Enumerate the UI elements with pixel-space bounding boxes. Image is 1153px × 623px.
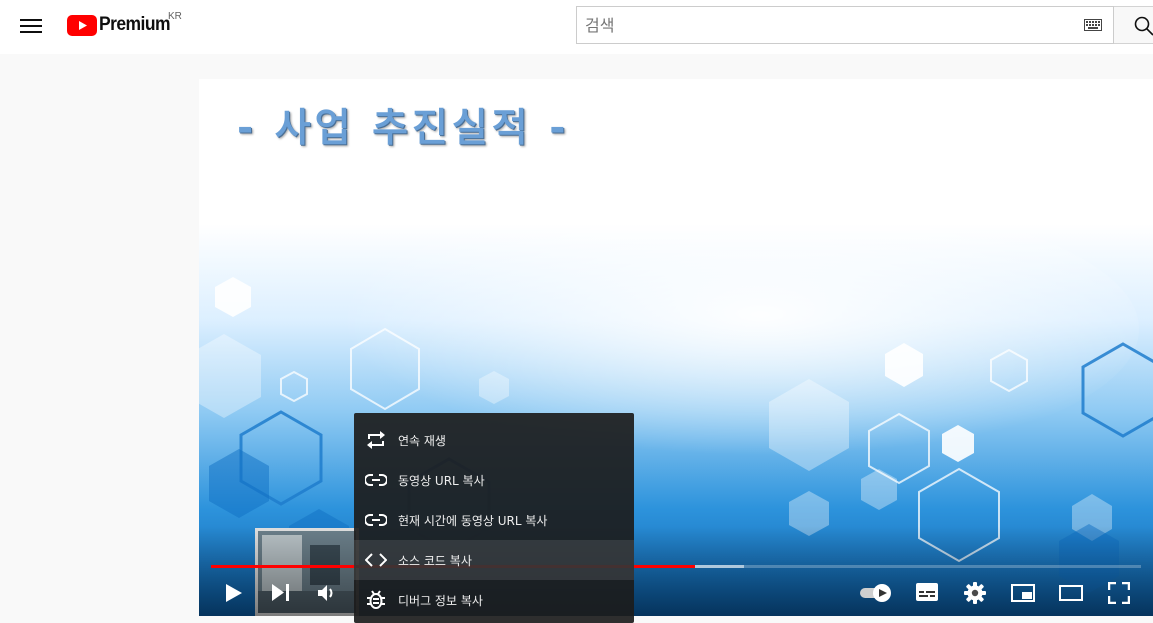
menu-item-label: 동영상 URL 복사	[398, 473, 485, 488]
logo-country-code: KR	[168, 11, 182, 22]
youtube-premium-logo[interactable]: Premium KR	[67, 11, 182, 36]
menu-item-copy-video-url[interactable]: 동영상 URL 복사	[354, 460, 634, 500]
search-input[interactable]	[577, 7, 1067, 43]
menu-item-label: 현재 시간에 동영상 URL 복사	[398, 513, 548, 528]
link-icon	[365, 514, 387, 526]
video-player[interactable]: - 사업 추진실적 -	[199, 79, 1153, 616]
link-icon	[365, 474, 387, 486]
menu-item-label: 디버그 정보 복사	[398, 593, 483, 608]
theater-mode-icon[interactable]	[1059, 584, 1083, 602]
play-icon[interactable]	[225, 583, 243, 603]
search-button[interactable]	[1114, 6, 1153, 44]
top-bar: Premium KR	[0, 0, 1153, 54]
settings-icon[interactable]	[964, 582, 986, 604]
menu-item-copy-embed-code[interactable]: 소스 코드 복사	[354, 540, 634, 580]
code-icon	[365, 553, 387, 567]
fullscreen-icon[interactable]	[1108, 582, 1130, 604]
menu-item-copy-debug-info[interactable]: 디버그 정보 복사	[354, 580, 634, 620]
menu-item-copy-url-at-time[interactable]: 현재 시간에 동영상 URL 복사	[354, 500, 634, 540]
menu-item-loop[interactable]: 연속 재생	[354, 420, 634, 460]
slide-title: - 사업 추진실적 -	[237, 106, 570, 151]
search-icon	[1134, 16, 1153, 36]
controls-gradient	[199, 526, 1153, 616]
autoplay-toggle[interactable]	[859, 583, 893, 603]
player-context-menu: 연속 재생 동영상 URL 복사 현재 시간에 동영상 URL 복사 소스 코드…	[354, 413, 634, 623]
subtitles-icon[interactable]	[916, 583, 938, 601]
progress-bar[interactable]	[211, 565, 1141, 568]
logo-text: Premium	[99, 14, 170, 35]
volume-icon[interactable]	[317, 584, 339, 602]
next-icon[interactable]	[271, 583, 291, 602]
search-box	[576, 6, 1114, 44]
keyboard-icon[interactable]	[1084, 19, 1102, 31]
menu-item-label: 소스 코드 복사	[398, 553, 472, 568]
menu-item-label: 연속 재생	[398, 433, 446, 448]
youtube-logo-icon	[67, 14, 97, 36]
menu-icon[interactable]	[20, 16, 42, 38]
miniplayer-icon[interactable]	[1011, 584, 1035, 602]
loop-icon	[367, 431, 385, 449]
bug-icon	[367, 590, 385, 609]
